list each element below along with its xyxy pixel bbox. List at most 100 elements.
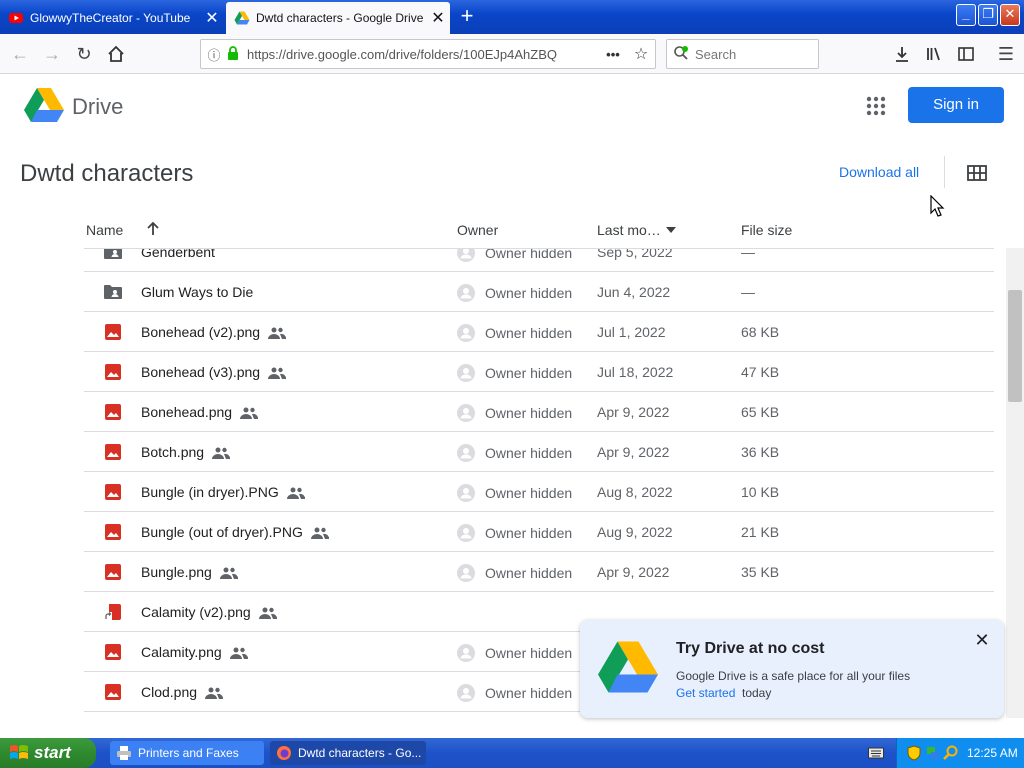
size-cell: 47 KB (741, 364, 780, 380)
owner-cell: Owner hidden (457, 644, 572, 662)
back-icon[interactable]: ← (8, 42, 32, 66)
owner-cell: Owner hidden (457, 524, 572, 542)
info-icon[interactable]: ⓘ (201, 45, 227, 64)
image-file-icon (105, 364, 121, 380)
bookmark-star-icon[interactable]: ☆ (627, 44, 655, 64)
shared-people-icon (268, 327, 287, 340)
windows-flag-icon (10, 745, 28, 759)
image-file-icon (105, 564, 121, 580)
search-placeholder: Search (695, 46, 737, 62)
grid-view-icon[interactable] (967, 164, 987, 182)
security-shield-icon[interactable] (907, 745, 921, 761)
owner-cell: Owner hidden (457, 444, 572, 462)
clock: 12:25 AM (967, 746, 1018, 760)
search-input[interactable]: Search (666, 39, 819, 69)
google-drive-logo-icon (598, 641, 658, 693)
close-icon[interactable]: ✕ (974, 631, 990, 649)
size-cell: — (741, 249, 755, 260)
shared-people-icon (240, 407, 259, 420)
google-drive-logo-icon[interactable] (24, 87, 64, 123)
sign-in-button[interactable]: Sign in (908, 87, 1004, 123)
column-header-file-size: File size (741, 222, 793, 238)
file-name: Bungle.png (141, 564, 238, 580)
avatar-icon (457, 404, 475, 422)
url-bar[interactable]: ⓘ https://drive.google.com/drive/folders… (200, 39, 656, 69)
close-tab-icon[interactable]: ✕ (200, 8, 224, 28)
table-row[interactable]: Glum Ways to Die Owner hidden Jun 4, 202… (84, 272, 994, 312)
image-file-icon (105, 404, 121, 420)
file-name: Calamity (v2).png (141, 604, 277, 620)
modified-cell: Jun 4, 2022 (597, 284, 671, 300)
size-cell: 35 KB (741, 564, 780, 580)
file-name: Bungle (in dryer).PNG (141, 484, 305, 500)
tab-google-drive[interactable]: Dwtd characters - Google Drive ✕ (226, 2, 450, 34)
table-row[interactable]: Bonehead.png Owner hidden Apr 9, 2022 65… (84, 392, 994, 432)
folder-title: Dwtd characters (20, 160, 194, 187)
menu-icon[interactable]: ☰ (994, 42, 1018, 66)
search-icon[interactable] (943, 745, 959, 761)
avatar-icon (457, 684, 475, 702)
image-file-icon (105, 484, 121, 500)
column-header-name[interactable]: Name (86, 222, 123, 238)
navigation-toolbar: ← → ↻ ⓘ https://drive.google.com/drive/f… (0, 34, 1024, 74)
scrollbar-thumb[interactable] (1008, 290, 1022, 402)
owner-cell: Owner hidden (457, 404, 572, 422)
reload-icon[interactable]: ↻ (72, 42, 96, 66)
table-row[interactable]: Bungle (out of dryer).PNG Owner hidden A… (84, 512, 994, 552)
taskbar-item-firefox[interactable]: Dwtd characters - Go... (270, 741, 426, 765)
modified-cell: Apr 9, 2022 (597, 564, 670, 580)
dropdown-arrow-icon[interactable] (665, 226, 677, 234)
size-cell: 21 KB (741, 524, 780, 540)
app-name[interactable]: Drive (72, 94, 123, 120)
google-apps-icon[interactable] (864, 94, 888, 118)
minimize-icon[interactable]: _ (956, 4, 976, 26)
shared-people-icon (310, 527, 329, 540)
firefox-icon (277, 746, 291, 760)
shared-folder-icon (104, 285, 122, 299)
table-row[interactable]: Bungle (in dryer).PNG Owner hidden Aug 8… (84, 472, 994, 512)
table-row[interactable]: Bonehead (v2).png Owner hidden Jul 1, 20… (84, 312, 994, 352)
download-all-button[interactable]: Download all (839, 164, 919, 180)
table-row[interactable]: Botch.png Owner hidden Apr 9, 2022 36 KB (84, 432, 994, 472)
file-name: Calamity.png (141, 644, 248, 660)
new-tab-icon[interactable]: + (454, 4, 480, 30)
size-cell: 10 KB (741, 484, 780, 500)
page-actions-icon[interactable]: ••• (599, 47, 627, 62)
library-icon[interactable] (922, 42, 946, 66)
promo-body: Google Drive is a safe place for all you… (676, 669, 911, 683)
avatar-icon (457, 284, 475, 302)
home-icon[interactable] (104, 42, 128, 66)
search-icon (667, 45, 695, 64)
start-label: start (34, 743, 71, 762)
avatar-icon (457, 364, 475, 382)
get-started-link[interactable]: Get started (676, 686, 735, 700)
table-row[interactable]: Bonehead (v3).png Owner hidden Jul 18, 2… (84, 352, 994, 392)
table-row[interactable]: Genderbent Owner hidden Sep 5, 2022 — (84, 249, 994, 272)
modified-cell: Apr 9, 2022 (597, 444, 670, 460)
shared-people-icon (205, 687, 224, 700)
column-header-last-modified[interactable]: Last mo… (597, 222, 661, 238)
downloads-icon[interactable] (890, 42, 914, 66)
owner-cell: Owner hidden (457, 284, 572, 302)
taskbar-item-printers-and-faxes[interactable]: Printers and Faxes (110, 741, 264, 765)
tab-youtube[interactable]: GlowwyTheCreator - YouTube ✕ (0, 2, 224, 34)
sort-ascending-arrow-icon[interactable] (145, 221, 161, 237)
avatar-icon (457, 444, 475, 462)
tab-title: GlowwyTheCreator - YouTube (30, 11, 191, 25)
keyboard-icon[interactable] (868, 746, 884, 760)
start-button[interactable]: start (0, 738, 96, 768)
file-name: Clod.png (141, 684, 224, 700)
size-cell: — (741, 284, 755, 300)
restore-icon[interactable]: ❐ (978, 4, 998, 26)
sidebar-toggle-icon[interactable] (954, 42, 978, 66)
avatar-icon (457, 524, 475, 542)
close-window-icon[interactable]: ✕ (1000, 4, 1020, 26)
file-name: Genderbent (141, 249, 215, 260)
file-name: Bonehead (v2).png (141, 324, 287, 340)
network-icon[interactable] (925, 745, 941, 761)
table-row[interactable]: Bungle.png Owner hidden Apr 9, 2022 35 K… (84, 552, 994, 592)
size-cell: 36 KB (741, 444, 780, 460)
forward-icon[interactable]: → (40, 42, 64, 66)
close-tab-icon[interactable]: ✕ (426, 8, 450, 28)
modified-cell: Sep 5, 2022 (597, 249, 673, 260)
